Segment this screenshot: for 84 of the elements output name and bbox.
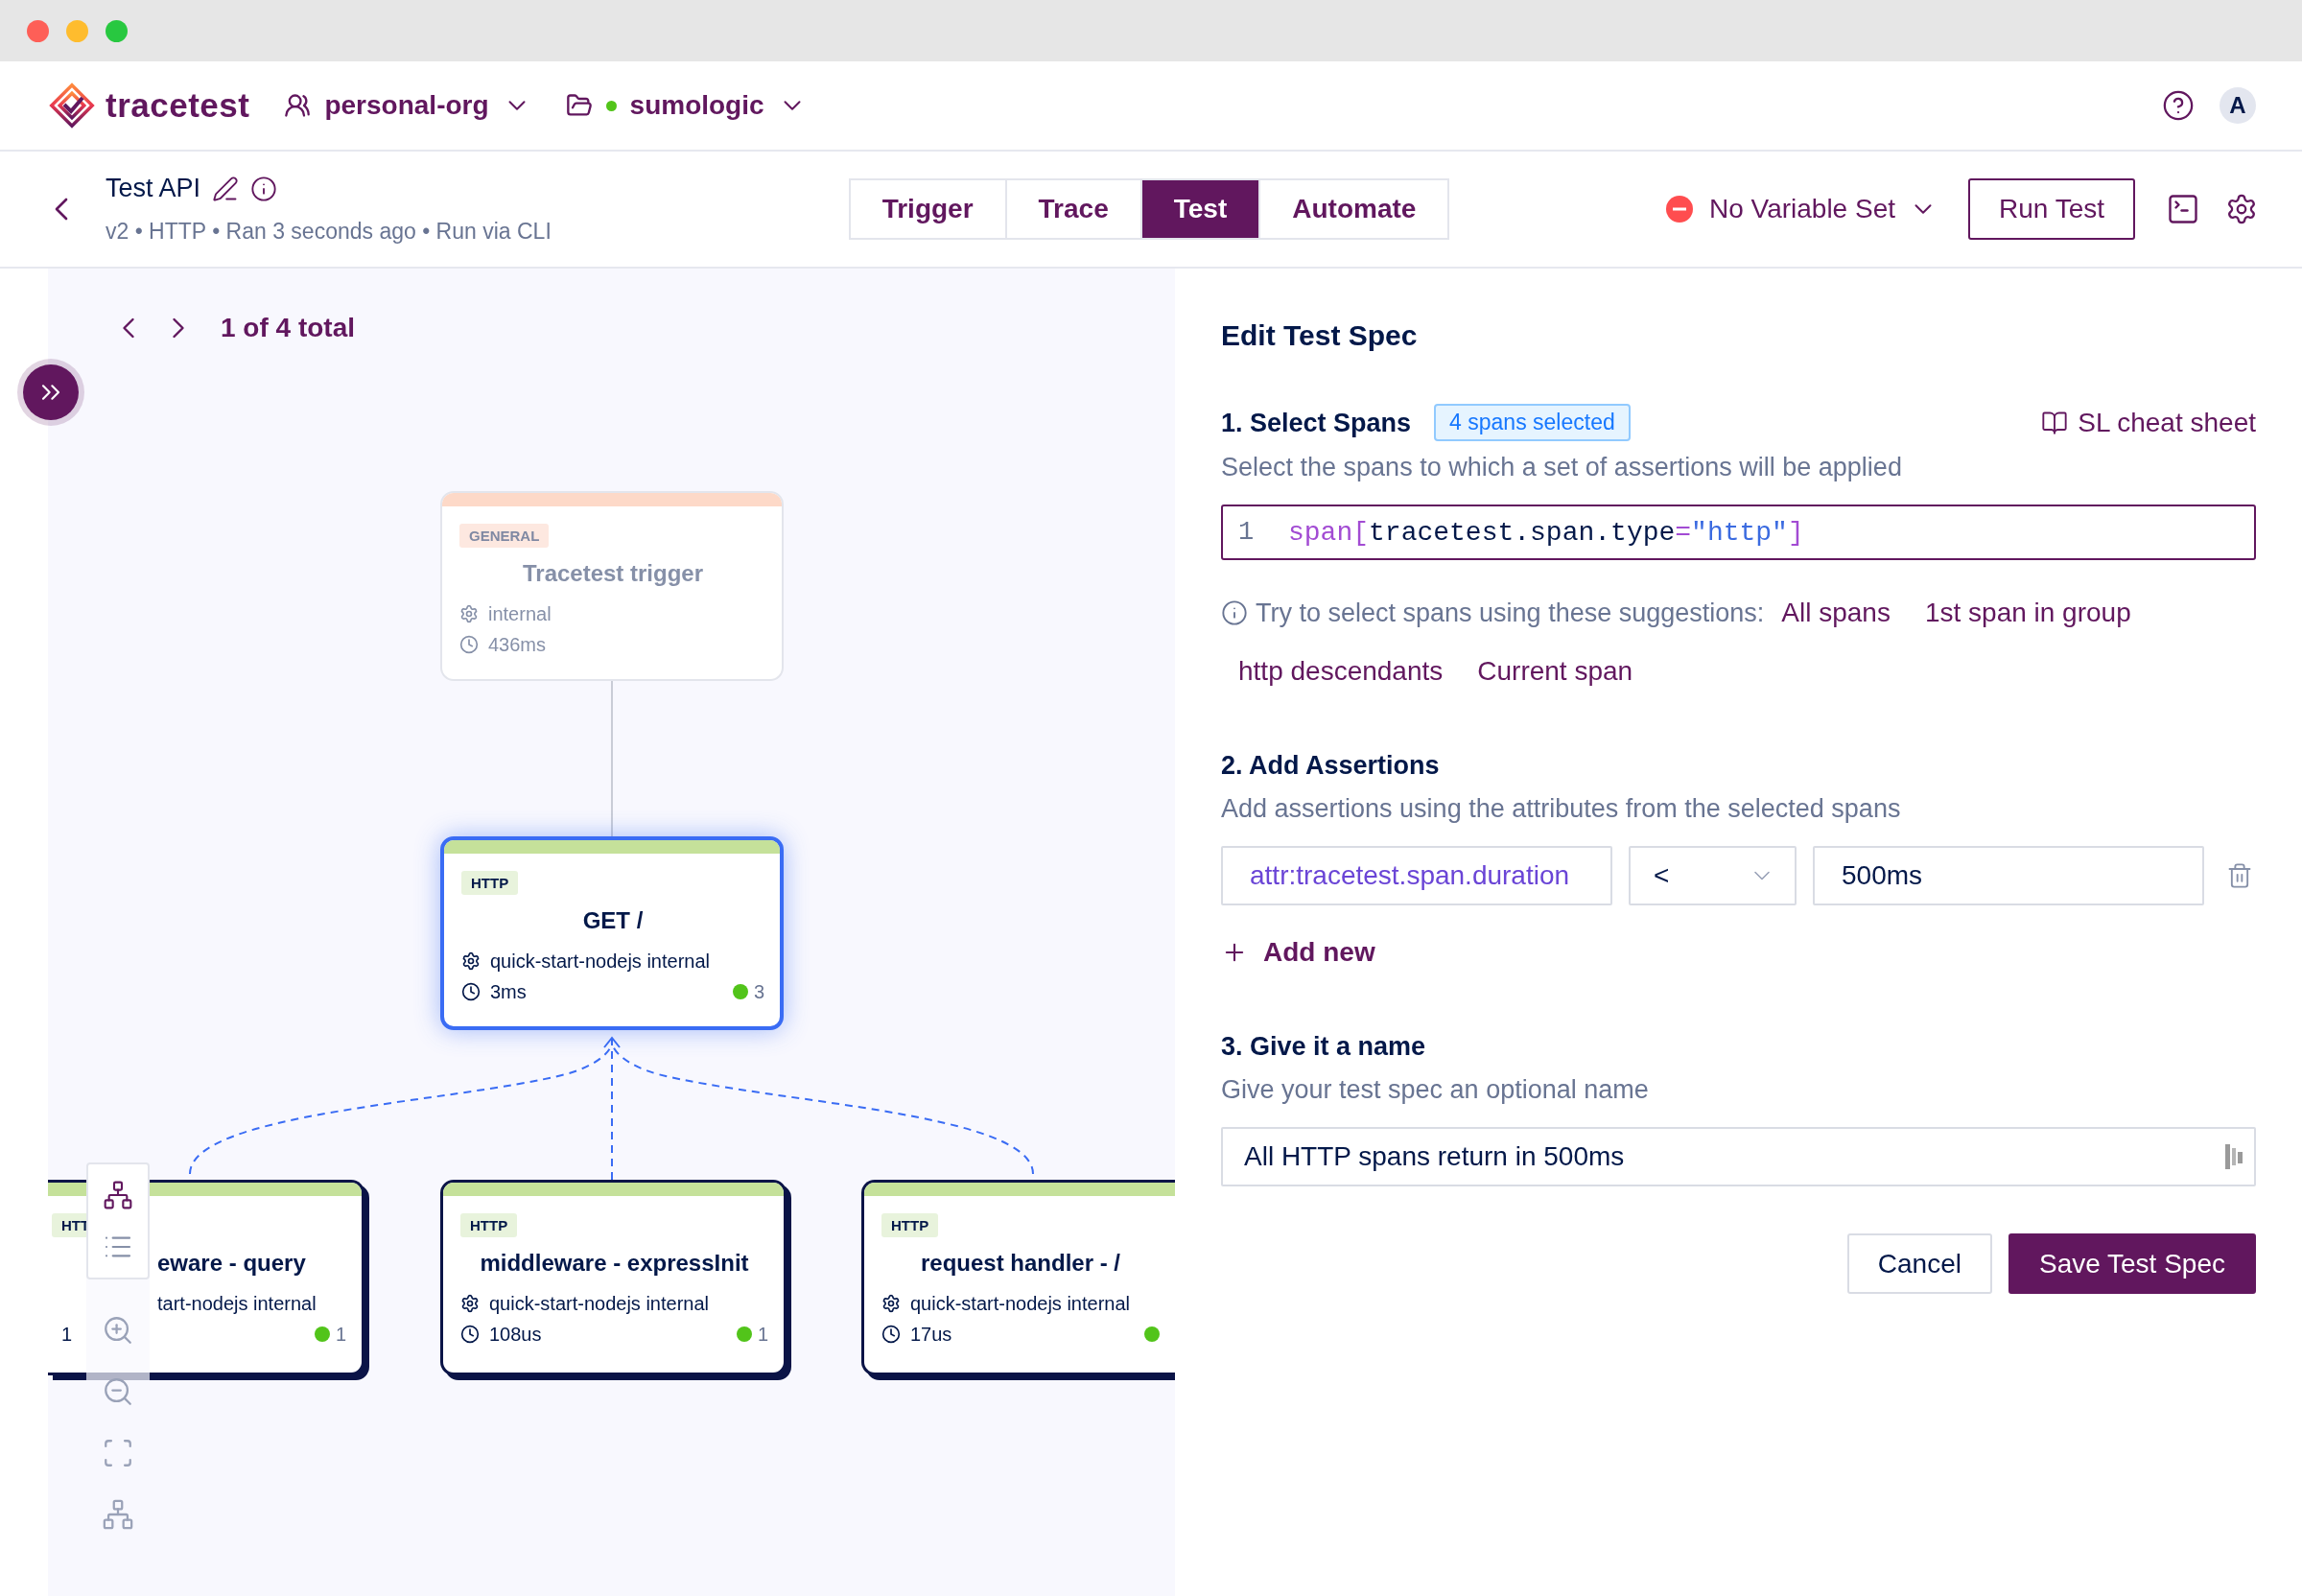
section-heading: 1. Select Spans	[1221, 407, 1412, 439]
status-dot	[732, 984, 748, 999]
check-count: 1	[757, 1323, 768, 1346]
suggestion-link[interactable]: Current span	[1460, 649, 1651, 693]
span-duration: 108us	[489, 1323, 542, 1347]
info-icon[interactable]	[250, 175, 278, 202]
status-dot	[736, 1326, 752, 1342]
tree-view-icon[interactable]	[103, 1180, 133, 1210]
span-duration: 17us	[910, 1323, 952, 1347]
span-service: internal	[488, 602, 552, 626]
gear-icon	[459, 604, 479, 623]
tab[interactable]: Trace	[1004, 178, 1142, 240]
save-button[interactable]: Save Test Spec	[2008, 1233, 2256, 1294]
span-duration: 3ms	[490, 980, 527, 1004]
suggestion-link[interactable]: http descendants	[1221, 649, 1461, 693]
logo-text: tracetest	[106, 86, 250, 125]
terminal-icon[interactable]	[2166, 192, 2200, 226]
section-description: Add assertions using the attributes from the selected spans	[1221, 793, 1902, 825]
run-test-button[interactable]: Run Test	[1968, 178, 2135, 240]
span-name: eware - query	[157, 1249, 306, 1278]
span-node[interactable]: HTTP GET / quick-start-nodejs internal 3ms 3	[440, 836, 784, 1030]
span-name: request handler - /	[920, 1249, 1120, 1278]
tab[interactable]: Trigger	[848, 178, 1007, 240]
status-dot	[314, 1326, 330, 1342]
minus-circle-icon	[1664, 195, 1694, 223]
attribute-field[interactable]: attr:tracetest.span.duration	[1221, 846, 1612, 905]
suggestion-link[interactable]: All spans	[1764, 591, 1908, 635]
clock-icon	[461, 982, 481, 1001]
clock-icon	[881, 1325, 901, 1344]
section-description: Give your test spec an optional name	[1221, 1074, 1650, 1106]
info-icon	[1221, 599, 1248, 626]
name-input-field[interactable]: All HTTP spans return in 500ms	[1221, 1127, 2256, 1186]
span-duration: 1	[61, 1323, 73, 1347]
help-icon[interactable]	[2162, 89, 2195, 122]
value-field[interactable]: 500ms	[1813, 846, 2204, 905]
project-status-dot	[605, 100, 617, 111]
suggestions-hint: Try to select spans using these suggestions:	[1256, 598, 1765, 628]
span-name: Tracetest trigger	[522, 559, 704, 588]
span-type-badge: HTTP	[460, 1213, 518, 1237]
delete-icon[interactable]	[2226, 862, 2253, 889]
span-service: tart-nodejs internal	[157, 1292, 317, 1316]
check-count: 1	[335, 1323, 346, 1346]
query-code-line: span[tracetest.span.type="http"]	[1288, 517, 1804, 548]
settings-icon[interactable]	[2225, 193, 2258, 225]
span-service: quick-start-nodejs internal	[489, 1292, 709, 1316]
pager-count: 1 of 4 total	[221, 313, 355, 343]
span-service: quick-start-nodejs internal	[490, 950, 710, 974]
span-name: GET /	[582, 906, 644, 935]
org-selector[interactable]: personal-org	[324, 90, 489, 121]
check-count: 3	[753, 980, 764, 1003]
spans-count-badge: 4 spans selected	[1434, 404, 1631, 441]
gear-icon	[461, 951, 481, 971]
span-duration: 436ms	[488, 633, 547, 657]
gear-icon	[460, 1294, 480, 1313]
tab[interactable]: Test	[1139, 178, 1261, 240]
panel-title: Edit Test Spec	[1221, 318, 1419, 353]
password-manager-icon[interactable]	[2225, 1144, 2243, 1169]
gear-icon	[881, 1294, 901, 1313]
add-assertion-button[interactable]: Add new	[1221, 930, 1375, 974]
section-heading: 2. Add Assertions	[1221, 750, 1440, 782]
tab[interactable]: Automate	[1258, 178, 1450, 240]
test-meta: v2 • HTTP • Ran 3 seconds ago • Run via CLI	[106, 219, 552, 245]
user-avatar[interactable]: A	[2220, 87, 2256, 124]
users-icon	[284, 92, 312, 119]
edit-icon[interactable]	[212, 175, 240, 202]
status-dot	[1144, 1326, 1160, 1342]
span-type-badge: HTTP	[881, 1213, 939, 1237]
variable-set-selector[interactable]: No Variable Set	[1708, 194, 1895, 224]
section-heading: 3. Give it a name	[1221, 1031, 1426, 1063]
span-service: quick-start-nodejs internal	[910, 1292, 1130, 1316]
span-type-badge: HTTP	[461, 871, 519, 895]
cheat-sheet-link[interactable]: SL cheat sheet	[2041, 407, 2256, 438]
span-type-badge: GENERAL	[459, 524, 550, 548]
clock-icon	[459, 635, 479, 654]
project-selector[interactable]: sumologic	[629, 90, 764, 121]
cancel-button[interactable]: Cancel	[1846, 1233, 1992, 1294]
span-name: middleware - expressInit	[480, 1249, 749, 1278]
clock-icon	[460, 1325, 480, 1344]
query-editor[interactable]: 1 span[tracetest.span.type="http"]	[1221, 505, 2256, 560]
suggestion-link[interactable]: 1st span in group	[1907, 591, 2149, 635]
test-title: Test API	[106, 174, 201, 203]
section-description: Select the spans to which a set of assertions will be applied	[1221, 452, 1903, 483]
operator-select[interactable]: <	[1629, 846, 1797, 905]
line-number: 1	[1238, 518, 1256, 547]
